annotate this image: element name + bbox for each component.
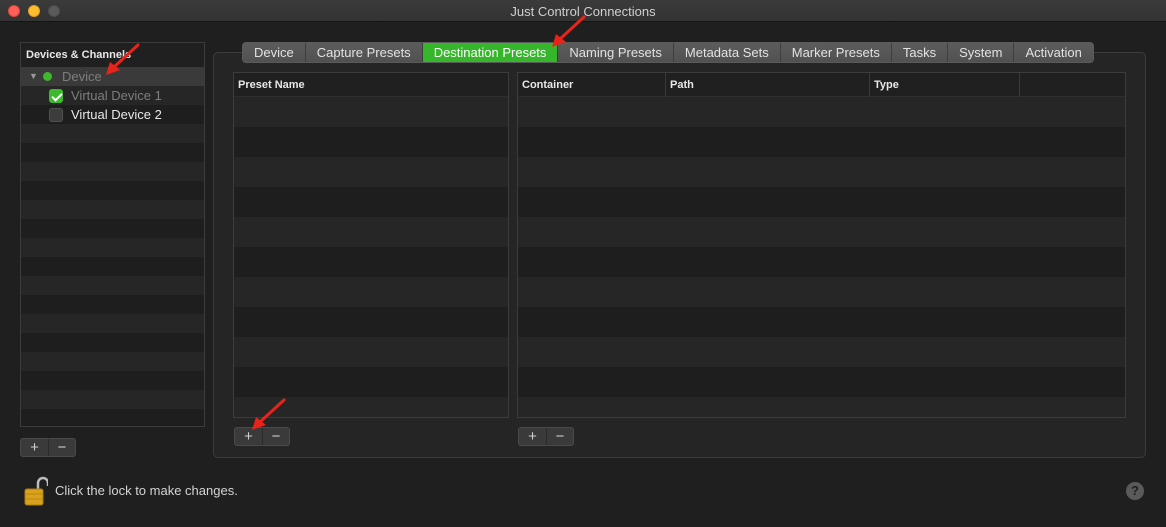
table-row[interactable] xyxy=(518,187,1125,217)
disclosure-triangle-icon[interactable]: ▼ xyxy=(29,67,38,86)
table-row[interactable] xyxy=(234,307,508,337)
table-row[interactable] xyxy=(518,97,1125,127)
destination-table[interactable]: Container Path Type xyxy=(517,72,1126,418)
list-item xyxy=(21,371,204,390)
list-item xyxy=(21,314,204,333)
list-item xyxy=(21,257,204,276)
add-destination-button[interactable]: + xyxy=(519,428,546,445)
table-row[interactable] xyxy=(234,217,508,247)
tab-marker-presets[interactable]: Marker Presets xyxy=(779,43,891,62)
table-row[interactable] xyxy=(234,337,508,367)
table-row[interactable] xyxy=(518,247,1125,277)
table-row[interactable] xyxy=(234,247,508,277)
preset-name-table[interactable]: Preset Name xyxy=(233,72,509,418)
tab-capture-presets[interactable]: Capture Presets xyxy=(304,43,422,62)
destination-add-remove-buttons: + − xyxy=(518,427,574,446)
channel-row-2[interactable]: Virtual Device 2 xyxy=(21,105,204,124)
column-preset-name[interactable]: Preset Name xyxy=(234,73,508,97)
list-item xyxy=(21,409,204,426)
lock-icon[interactable] xyxy=(24,476,48,506)
list-item xyxy=(21,200,204,219)
list-item xyxy=(21,276,204,295)
annotation-arrow-icon xyxy=(552,15,586,47)
list-item xyxy=(21,238,204,257)
remove-destination-button[interactable]: − xyxy=(546,428,573,445)
list-item xyxy=(21,162,204,181)
tab-system[interactable]: System xyxy=(947,43,1014,62)
column-path[interactable]: Path xyxy=(666,73,870,97)
list-item xyxy=(21,219,204,238)
table-row[interactable] xyxy=(518,367,1125,397)
tab-metadata-sets[interactable]: Metadata Sets xyxy=(672,43,780,62)
list-item xyxy=(21,124,204,143)
table-row[interactable] xyxy=(234,277,508,307)
tab-tasks[interactable]: Tasks xyxy=(890,43,948,62)
table-row[interactable] xyxy=(234,127,508,157)
add-device-button[interactable]: + xyxy=(21,439,48,456)
list-item xyxy=(21,390,204,409)
table-header: Container Path Type xyxy=(518,73,1125,97)
device-add-remove-buttons: + − xyxy=(20,438,76,457)
devices-channels-panel: Devices & Channels ▼ Device Virtual Devi… xyxy=(20,42,205,427)
table-row[interactable] xyxy=(518,277,1125,307)
tab-activation[interactable]: Activation xyxy=(1013,43,1093,62)
annotation-arrow-icon xyxy=(252,398,286,430)
column-type[interactable]: Type xyxy=(870,73,1020,97)
table-row[interactable] xyxy=(234,97,508,127)
list-item xyxy=(21,143,204,162)
table-row[interactable] xyxy=(518,337,1125,367)
list-item xyxy=(21,352,204,371)
channel-row-1[interactable]: Virtual Device 1 xyxy=(21,86,204,105)
table-row[interactable] xyxy=(518,157,1125,187)
table-row[interactable] xyxy=(518,307,1125,337)
table-body xyxy=(234,97,508,417)
table-row[interactable] xyxy=(234,187,508,217)
list-item xyxy=(21,333,204,352)
channel-1-checkbox[interactable] xyxy=(49,89,63,103)
status-dot-icon xyxy=(43,72,52,81)
table-row[interactable] xyxy=(518,127,1125,157)
annotation-arrow-icon xyxy=(106,43,140,75)
tab-destination-presets[interactable]: Destination Presets xyxy=(421,43,558,62)
help-button[interactable]: ? xyxy=(1126,482,1144,500)
list-item xyxy=(21,181,204,200)
list-item xyxy=(21,295,204,314)
tab-device[interactable]: Device xyxy=(243,43,305,62)
channel-1-label: Virtual Device 1 xyxy=(71,88,162,103)
table-body xyxy=(518,97,1125,417)
table-row[interactable] xyxy=(518,217,1125,247)
channel-2-label: Virtual Device 2 xyxy=(71,107,162,122)
column-extra[interactable] xyxy=(1020,73,1125,97)
lock-instruction-text: Click the lock to make changes. xyxy=(55,483,238,498)
table-row[interactable] xyxy=(234,367,508,397)
table-row[interactable] xyxy=(518,397,1125,417)
table-row[interactable] xyxy=(234,157,508,187)
tab-bar: Device Capture Presets Destination Prese… xyxy=(242,42,1094,63)
device-label: Device xyxy=(62,69,102,84)
table-header: Preset Name xyxy=(234,73,508,97)
channel-2-checkbox[interactable] xyxy=(49,108,63,122)
remove-device-button[interactable]: − xyxy=(48,439,75,456)
column-container[interactable]: Container xyxy=(518,73,666,97)
